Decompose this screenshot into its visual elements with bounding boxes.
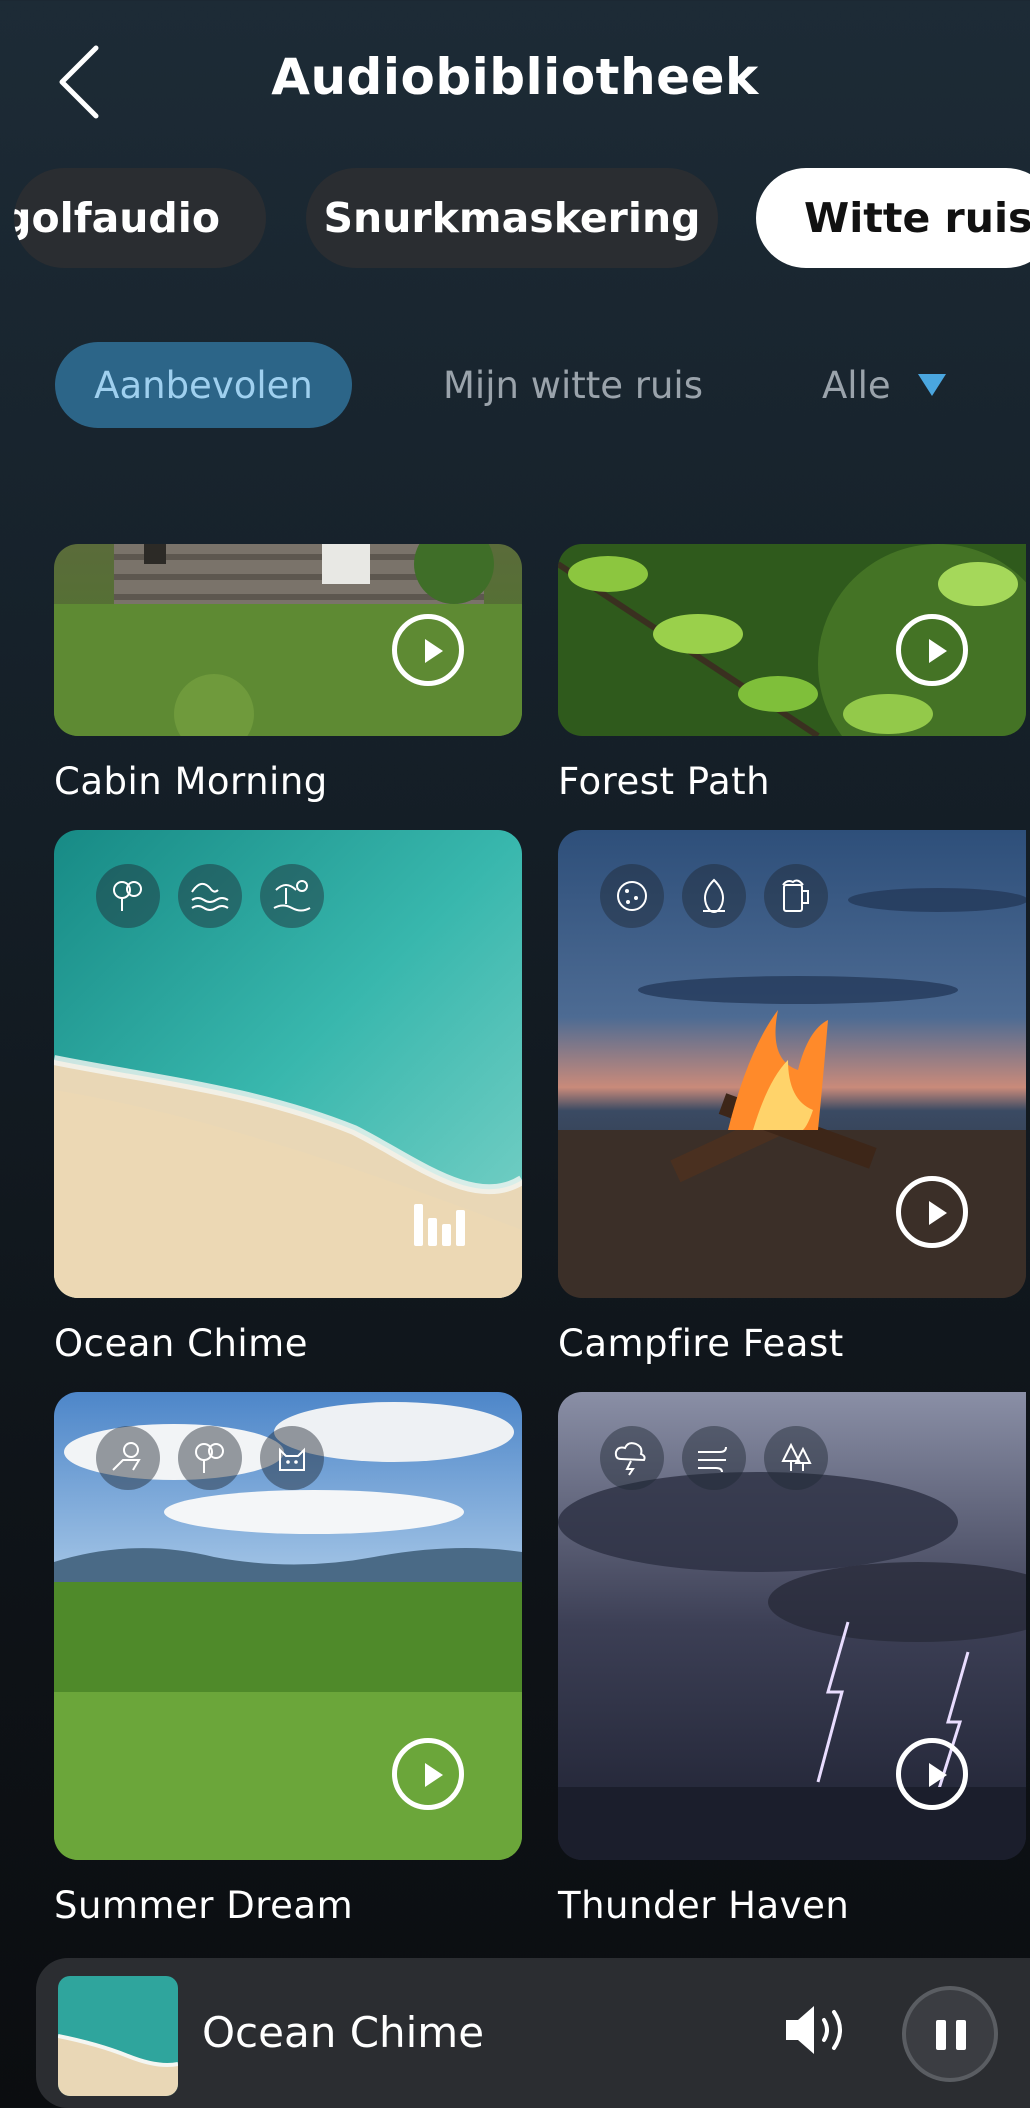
play-icon[interactable] bbox=[392, 614, 464, 686]
pause-button[interactable] bbox=[902, 1986, 998, 2082]
lounge-chair-icon bbox=[96, 1426, 160, 1490]
track-card-ocean-chime[interactable] bbox=[54, 830, 522, 1298]
track-card-campfire-feast[interactable] bbox=[558, 830, 1026, 1298]
track-title: Summer Dream bbox=[54, 1884, 354, 1927]
tab-my-white-noise[interactable]: Mijn witte ruis bbox=[443, 342, 703, 428]
player-track-title: Ocean Chime bbox=[202, 2008, 485, 2057]
track-title: Cabin Morning bbox=[54, 760, 328, 803]
page-title: Audiobibliotheek bbox=[271, 48, 759, 106]
fire-icon bbox=[682, 864, 746, 928]
tab-category-3[interactable]: Witte ruis bbox=[756, 168, 1030, 268]
forest-rain-icon bbox=[764, 1426, 828, 1490]
track-card-cabin-morning[interactable] bbox=[54, 544, 522, 736]
cat-icon bbox=[260, 1426, 324, 1490]
thunder-cloud-icon bbox=[600, 1426, 664, 1490]
tab-category-1[interactable]: ngolfaudio bbox=[14, 168, 266, 268]
track-title: Campfire Feast bbox=[558, 1322, 844, 1365]
wind-icon bbox=[682, 1426, 746, 1490]
sub-tabs: Aanbevolen Mijn witte ruis Alle bbox=[0, 342, 1030, 428]
play-icon[interactable] bbox=[896, 614, 968, 686]
equalizer-icon bbox=[414, 1204, 465, 1246]
waves-icon bbox=[178, 864, 242, 928]
mini-player[interactable]: Ocean Chime bbox=[36, 1958, 1030, 2108]
play-icon[interactable] bbox=[392, 1738, 464, 1810]
dropdown-triangle-icon[interactable] bbox=[918, 374, 946, 396]
filter-dropdown[interactable]: Alle bbox=[822, 342, 891, 428]
track-card-forest-path[interactable] bbox=[558, 544, 1026, 736]
volume-icon[interactable] bbox=[782, 2000, 852, 2060]
beer-icon bbox=[764, 864, 828, 928]
beach-sun-icon bbox=[260, 864, 324, 928]
tab-recommended[interactable]: Aanbevolen bbox=[55, 342, 352, 428]
track-card-summer-dream[interactable] bbox=[54, 1392, 522, 1860]
tab-category-2[interactable]: Snurkmaskering bbox=[306, 168, 718, 268]
category-tabs: ngolfaudio Snurkmaskering Witte ruis bbox=[0, 168, 1030, 272]
track-card-thunder-haven[interactable] bbox=[558, 1392, 1026, 1860]
track-title: Thunder Haven bbox=[558, 1884, 850, 1927]
play-icon[interactable] bbox=[896, 1176, 968, 1248]
cookie-icon bbox=[600, 864, 664, 928]
rain-tree-icon bbox=[96, 864, 160, 928]
header: Audiobibliotheek bbox=[0, 0, 1030, 160]
track-title: Ocean Chime bbox=[54, 1322, 308, 1365]
rain-tree-icon bbox=[178, 1426, 242, 1490]
play-icon[interactable] bbox=[896, 1738, 968, 1810]
track-title: Forest Path bbox=[558, 760, 771, 803]
player-thumbnail bbox=[58, 1976, 178, 2096]
